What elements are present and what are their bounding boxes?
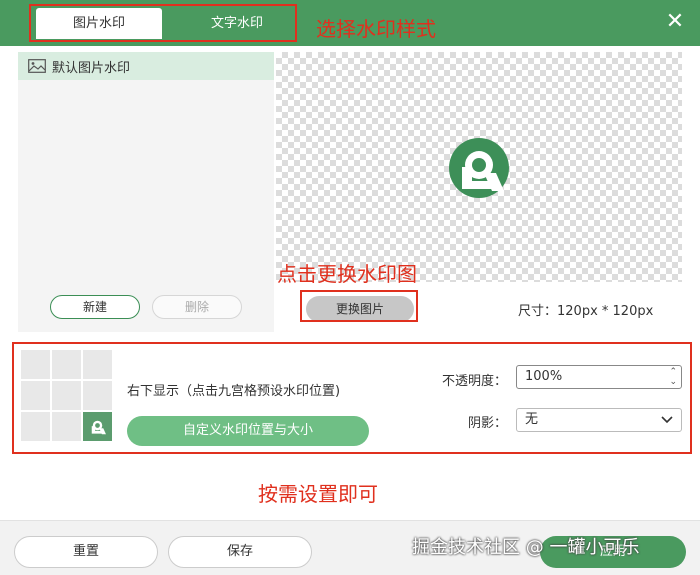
- tab-text-watermark[interactable]: 文字水印: [174, 8, 300, 39]
- spinner-arrows-icon[interactable]: ⌃ ⌄: [669, 367, 677, 387]
- watermark-logo-icon: [449, 138, 509, 198]
- position-description: 右下显示（点击九宫格预设水印位置): [127, 384, 341, 399]
- grid-cell-top-left[interactable]: [21, 350, 50, 379]
- close-icon[interactable]: ✕: [662, 9, 688, 35]
- list-item-label: 默认图片水印: [52, 60, 131, 76]
- custom-position-button[interactable]: 自定义水印位置与大小: [127, 416, 369, 446]
- dialog-footer: 重置 保存 应用 掘金技术社区 @ 一罐小可乐: [0, 520, 700, 575]
- image-icon: [28, 59, 46, 73]
- watermark-credit-text: 掘金技术社区 @ 一罐小可乐: [412, 537, 640, 558]
- watermark-list-panel: 默认图片水印 新建 删除: [18, 52, 274, 332]
- opacity-label: 不透明度：: [442, 374, 508, 389]
- grid-cell-middle-right[interactable]: [83, 381, 112, 410]
- tab-image-watermark[interactable]: 图片水印: [36, 8, 162, 39]
- annotation-select-style: 选择水印样式: [316, 17, 436, 41]
- list-item-default-watermark[interactable]: 默认图片水印: [18, 52, 274, 80]
- annotation-set-as-needed: 按需设置即可: [258, 482, 378, 506]
- grid-cell-bottom-left[interactable]: [21, 412, 50, 441]
- new-button[interactable]: 新建: [50, 295, 140, 319]
- change-image-button[interactable]: 更换图片: [306, 296, 414, 322]
- image-size-label: 尺寸：120px * 120px: [518, 304, 654, 319]
- opacity-stepper[interactable]: 100% ⌃ ⌄: [516, 365, 682, 389]
- watermark-logo-icon: [91, 420, 106, 435]
- settings-panel: 右下显示（点击九宫格预设水印位置) 自定义水印位置与大小 不透明度： 100% …: [14, 342, 692, 452]
- shadow-value: 无: [525, 412, 539, 427]
- grid-cell-top-center[interactable]: [52, 350, 81, 379]
- shadow-select[interactable]: 无: [516, 408, 682, 432]
- grid-cell-middle-left[interactable]: [21, 381, 50, 410]
- grid-cell-top-right[interactable]: [83, 350, 112, 379]
- grid-cell-bottom-center[interactable]: [52, 412, 81, 441]
- grid-cell-center[interactable]: [52, 381, 81, 410]
- opacity-value: 100%: [525, 369, 563, 384]
- grid-cell-bottom-right[interactable]: [83, 412, 112, 441]
- position-grid: [21, 350, 113, 442]
- save-button[interactable]: 保存: [168, 536, 312, 568]
- reset-button[interactable]: 重置: [14, 536, 158, 568]
- shadow-label: 阴影：: [468, 416, 508, 431]
- delete-button[interactable]: 删除: [152, 295, 242, 319]
- preview-panel: 更换图片 尺寸：120px * 120px: [276, 52, 682, 332]
- transparent-preview-area: [276, 52, 682, 282]
- chevron-down-icon: [661, 416, 673, 424]
- annotation-change-image: 点击更换水印图: [277, 262, 417, 286]
